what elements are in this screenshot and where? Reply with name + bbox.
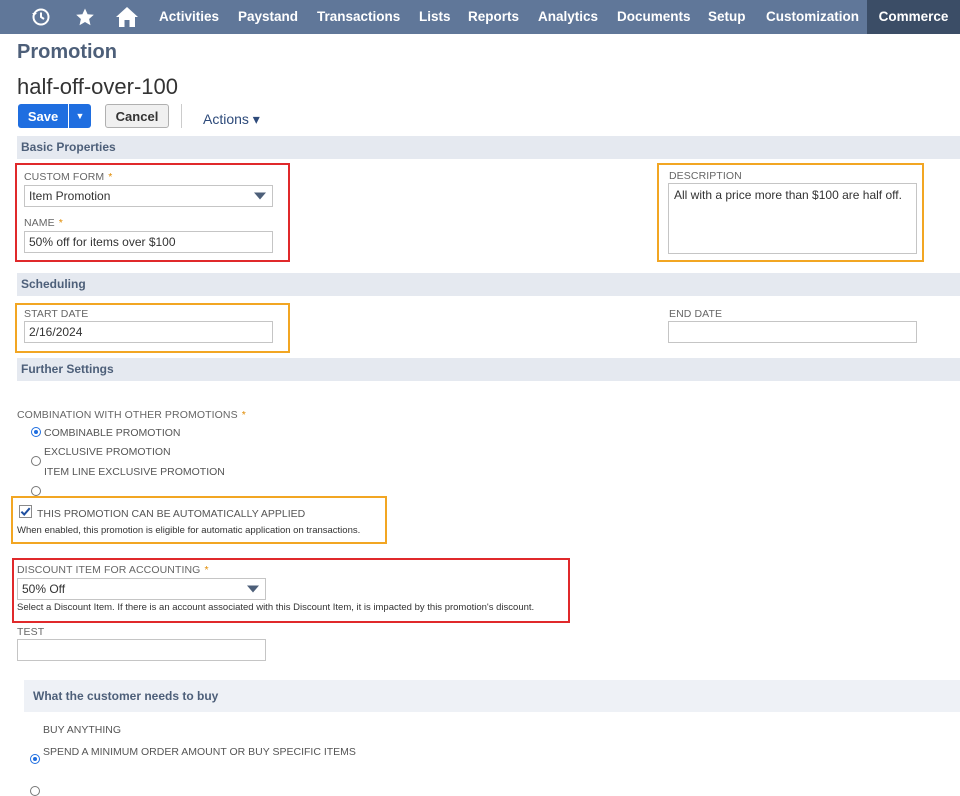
discount-item-help: Select a Discount Item. If there is an a… <box>17 602 535 613</box>
nav-documents[interactable]: Documents <box>617 0 691 34</box>
nav-commerce[interactable]: Commerce <box>867 0 960 34</box>
discount-item-select[interactable]: 50% Off <box>17 578 266 600</box>
page-title: Promotion <box>17 41 117 63</box>
top-nav: Activities Paystand Transactions Lists R… <box>0 0 960 34</box>
nav-setup[interactable]: Setup <box>708 0 746 34</box>
section-further-settings[interactable]: Further Settings <box>17 358 960 381</box>
nav-analytics[interactable]: Analytics <box>538 0 598 34</box>
chevron-down-icon <box>254 192 266 200</box>
radio-buy-anything[interactable] <box>30 754 40 764</box>
combination-label: COMBINATION WITH OTHER PROMOTIONS * <box>17 409 246 421</box>
name-field[interactable]: 50% off for items over $100 <box>24 231 273 253</box>
cancel-button[interactable]: Cancel <box>105 104 169 128</box>
save-button-group: Save ▼ <box>18 104 91 128</box>
end-date-field[interactable] <box>668 321 917 343</box>
end-date-label: END DATE <box>669 308 723 320</box>
radio-combinable[interactable] <box>31 427 41 437</box>
option-buy-anything-label: BUY ANYTHING <box>43 724 121 736</box>
option-exclusive-label: EXCLUSIVE PROMOTION <box>44 446 171 458</box>
test-field[interactable] <box>17 639 266 661</box>
nav-transactions[interactable]: Transactions <box>317 0 400 34</box>
chevron-down-icon <box>247 585 259 593</box>
radio-exclusive[interactable] <box>31 456 41 466</box>
name-label: NAME * <box>24 217 63 229</box>
start-date-field[interactable]: 2/16/2024 <box>24 321 273 343</box>
section-scheduling[interactable]: Scheduling <box>17 273 960 296</box>
discount-item-label: DISCOUNT ITEM FOR ACCOUNTING * <box>17 564 209 576</box>
auto-apply-help: When enabled, this promotion is eligible… <box>17 525 361 536</box>
section-customer-buy[interactable]: What the customer needs to buy <box>24 680 960 712</box>
option-item-line-exclusive-label: ITEM LINE EXCLUSIVE PROMOTION <box>44 466 225 478</box>
description-field[interactable]: All with a price more than $100 are half… <box>668 183 917 254</box>
actions-menu[interactable]: Actions ▾ <box>203 111 260 128</box>
description-label: DESCRIPTION <box>669 170 742 182</box>
toolbar-divider <box>181 104 182 128</box>
option-combinable-label: COMBINABLE PROMOTION <box>44 427 181 439</box>
nav-paystand[interactable]: Paystand <box>238 0 298 34</box>
save-dropdown-arrow-icon[interactable]: ▼ <box>69 104 91 128</box>
radio-item-line-exclusive[interactable] <box>31 486 41 496</box>
checkmark-icon <box>20 507 31 517</box>
radio-spend-minimum[interactable] <box>30 786 40 796</box>
auto-apply-checkbox[interactable] <box>19 505 32 518</box>
custom-form-select[interactable]: Item Promotion <box>24 185 273 207</box>
nav-activities[interactable]: Activities <box>159 0 219 34</box>
star-icon[interactable] <box>72 0 98 34</box>
record-name: half-off-over-100 <box>17 74 179 99</box>
section-basic-properties[interactable]: Basic Properties <box>17 136 960 159</box>
save-button[interactable]: Save <box>18 104 68 128</box>
option-spend-minimum-label: SPEND A MINIMUM ORDER AMOUNT OR BUY SPEC… <box>43 746 356 758</box>
start-date-label: START DATE <box>24 308 89 320</box>
recent-history-icon[interactable] <box>28 0 54 34</box>
home-icon[interactable] <box>113 0 141 34</box>
nav-reports[interactable]: Reports <box>468 0 519 34</box>
nav-customization[interactable]: Customization <box>766 0 859 34</box>
test-label: TEST <box>17 626 45 638</box>
custom-form-label: CUSTOM FORM * <box>24 171 113 183</box>
nav-lists[interactable]: Lists <box>419 0 451 34</box>
auto-apply-label: THIS PROMOTION CAN BE AUTOMATICALLY APPL… <box>37 508 306 520</box>
highlight-box-auto-apply <box>11 496 387 544</box>
